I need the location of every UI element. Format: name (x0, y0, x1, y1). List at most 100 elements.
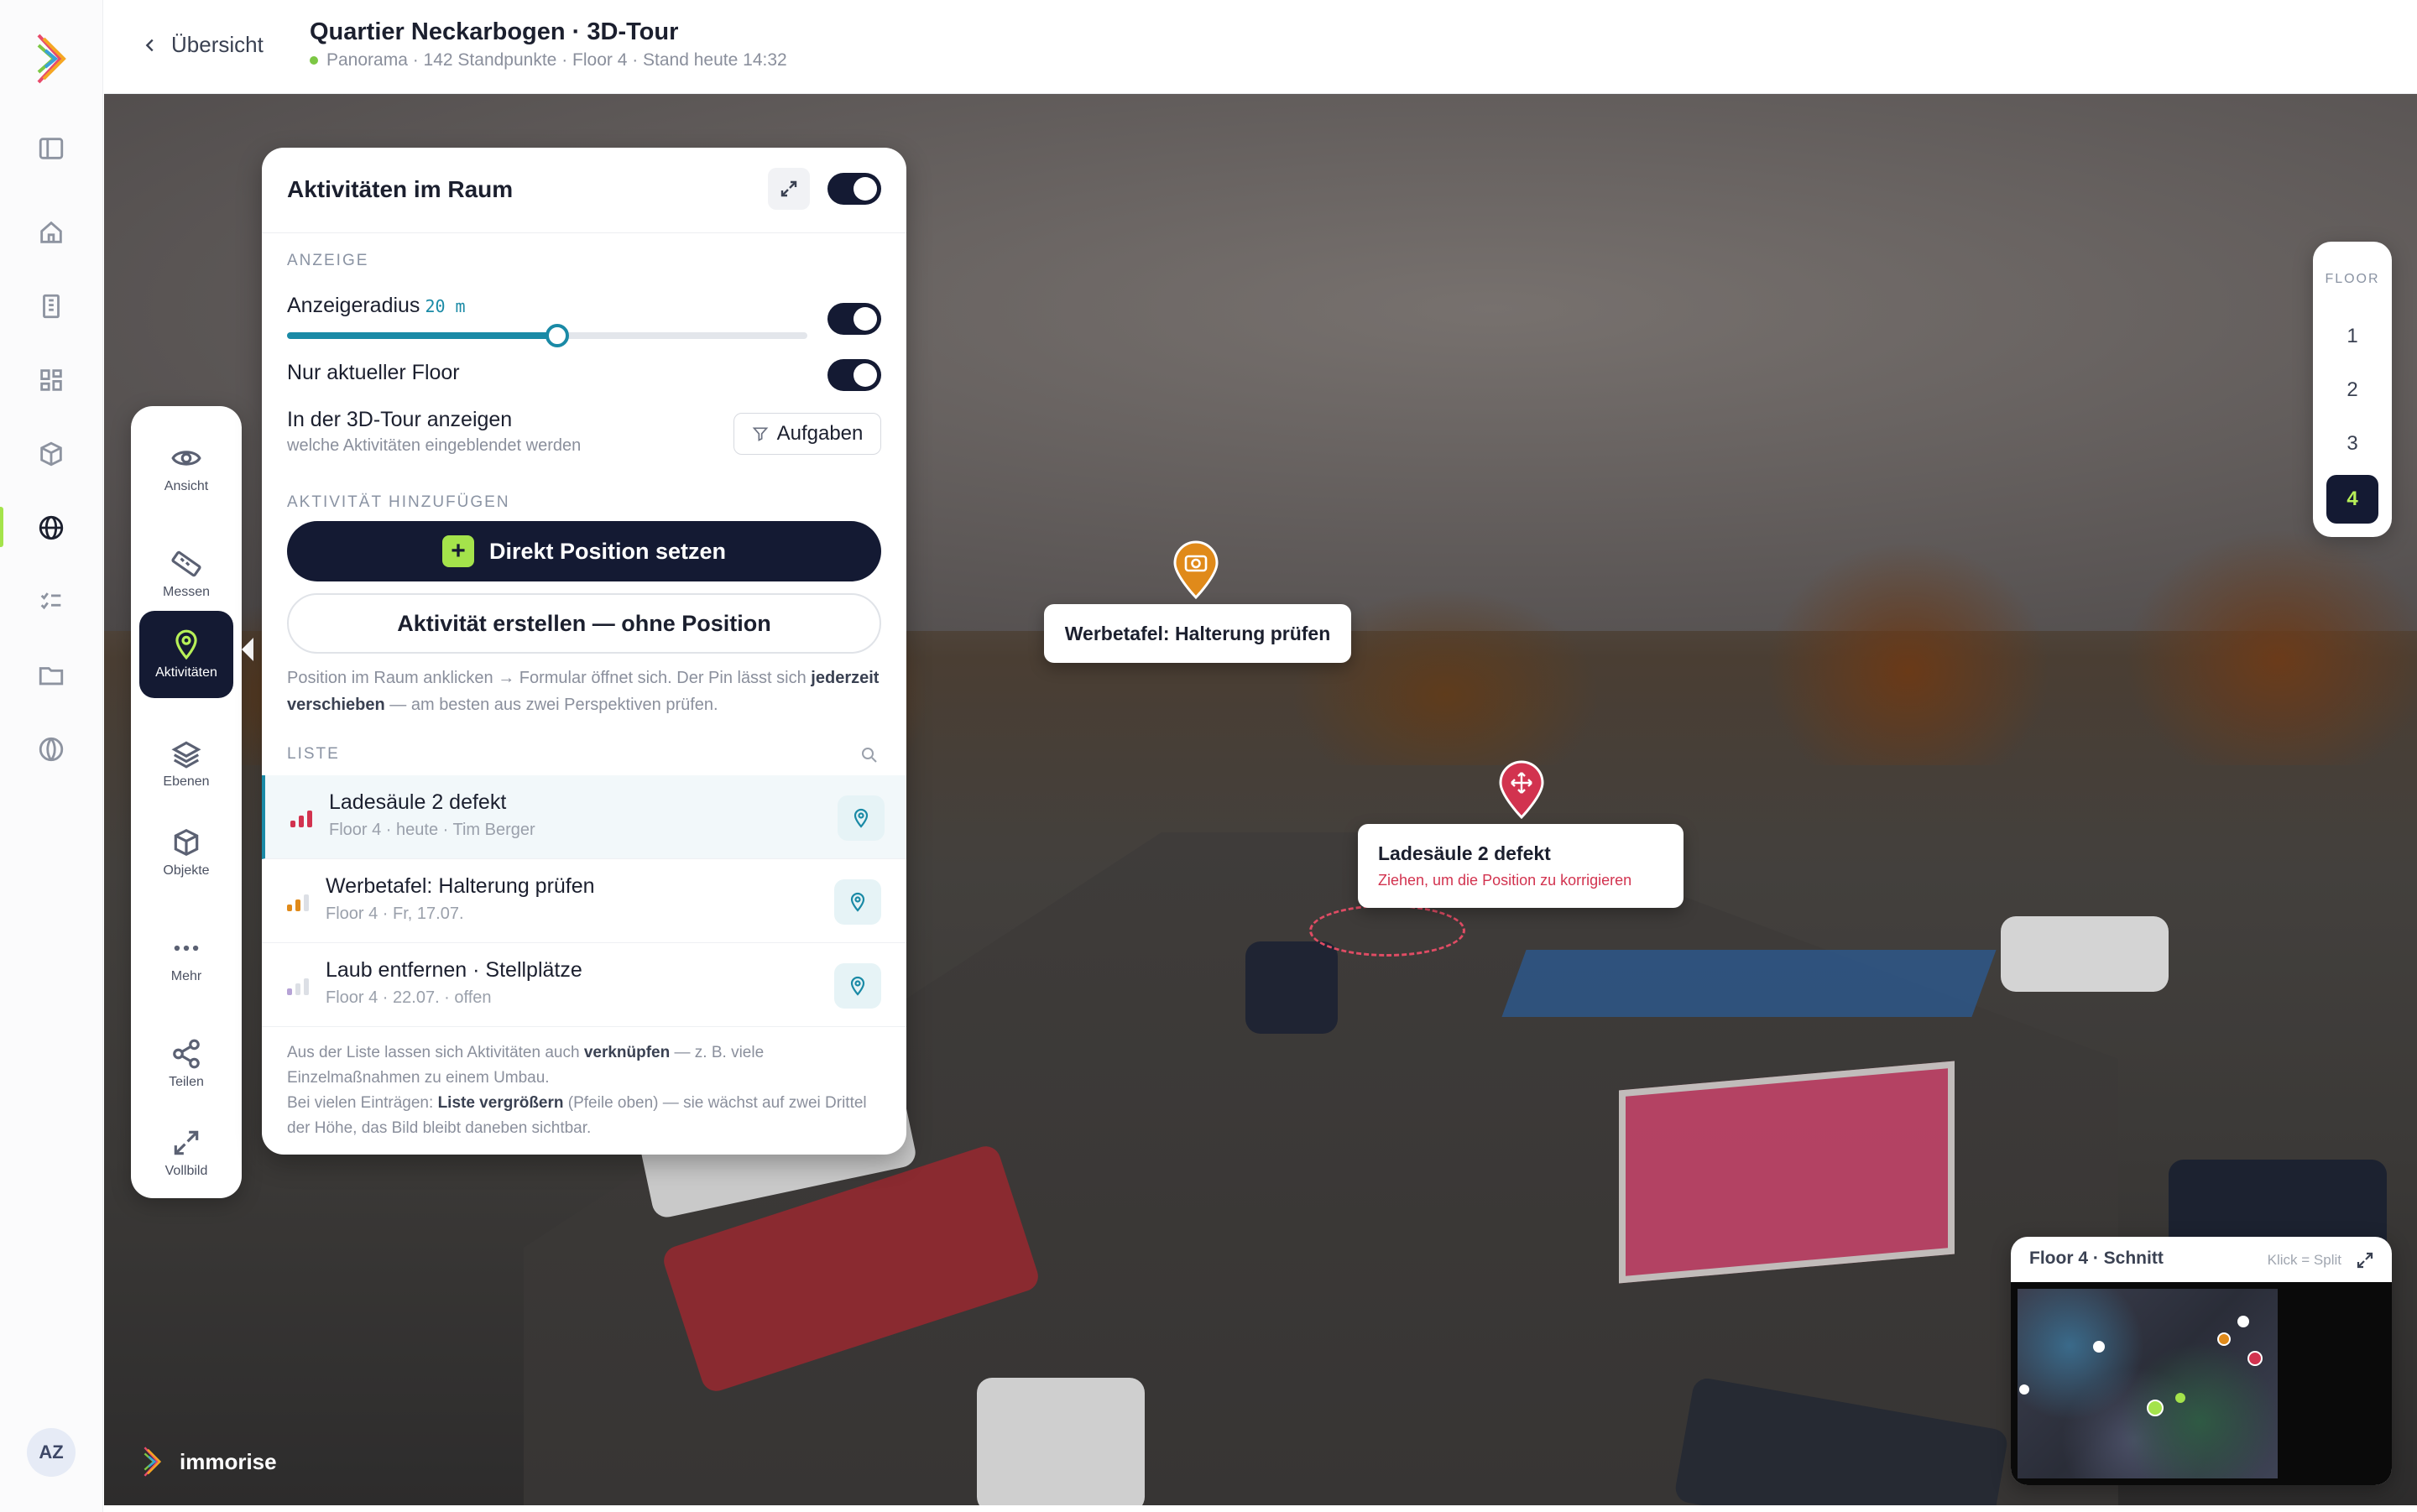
brand-name: immorise (180, 1448, 277, 1474)
set-position-label: Direkt Position setzen (488, 538, 727, 564)
activity-list-item[interactable]: Ladesäule 2 defekt Floor 4 · heute · Tim… (262, 775, 906, 859)
radius-slider[interactable] (287, 324, 807, 347)
tool-ansicht[interactable]: Ansicht (139, 425, 233, 512)
tool-aktivitaeten[interactable]: Aktivitäten (139, 611, 233, 698)
set-position-button[interactable]: + Direkt Position setzen (287, 521, 881, 581)
brand-logo-icon[interactable] (35, 34, 69, 84)
activities-panel: Aktivitäten im Raum ANZEIGE Anzeigeradiu… (262, 148, 906, 1155)
tool-vollbild[interactable]: Vollbild (139, 1109, 233, 1197)
minimap-viewpoint[interactable] (2019, 1384, 2029, 1395)
minimap-floorplan[interactable] (2011, 1282, 2392, 1485)
tool-mehr[interactable]: Mehr (139, 915, 233, 1002)
panel-expand-button[interactable] (768, 168, 810, 210)
floor-button-2[interactable]: 2 (2326, 366, 2378, 414)
hint-text: — am besten aus zwei Perspektiven prüfen… (384, 696, 718, 714)
eye-icon (171, 451, 201, 466)
tool-objekte[interactable]: Objekte (139, 809, 233, 896)
filter-dropdown[interactable]: Aufgaben (733, 413, 881, 455)
priority-bar (304, 894, 309, 911)
locate-activity-button[interactable] (838, 795, 885, 841)
page-title: Quartier Neckarbogen · 3D-Tour (310, 18, 679, 45)
folder-icon[interactable] (34, 658, 69, 693)
home-icon[interactable] (34, 215, 69, 250)
building-icon[interactable] (34, 289, 69, 324)
minimap-viewpoint[interactable] (2093, 1341, 2105, 1353)
tool-ebenen[interactable]: Ebenen (139, 720, 233, 807)
radius-slider-handle[interactable] (546, 324, 570, 347)
activity-pin-label-werbetafel[interactable]: Werbetafel: Halterung prüfen (1044, 604, 1351, 663)
user-avatar[interactable]: AZ (27, 1428, 76, 1477)
priority-bar (307, 811, 312, 827)
priority-bar (287, 905, 292, 911)
minimap-viewpoint[interactable] (2237, 1316, 2249, 1327)
back-link-label: Übersicht (171, 32, 264, 57)
floor-button-4[interactable]: 4 (2326, 475, 2378, 524)
priority-bar (295, 983, 300, 995)
activity-list-item[interactable]: Laub entfernen · Stellplätze Floor 4 · 2… (262, 943, 906, 1027)
hint-emphasis: verknüpfen (583, 1044, 671, 1061)
tool-label: Messen (162, 585, 211, 599)
floor-button-3[interactable]: 3 (2326, 420, 2378, 468)
floor-minimap[interactable]: Floor 4 · Schnitt Klick = Split (2011, 1237, 2392, 1485)
share-icon (173, 1039, 200, 1069)
section-label-add: AKTIVITÄT HINZUFÜGEN (287, 493, 510, 511)
hint-text: Position im Raum anklicken → Formular öf… (287, 669, 812, 687)
radius-value: 20 m (425, 296, 466, 316)
current-floor-toggle[interactable] (827, 359, 881, 391)
checklist-icon[interactable] (34, 584, 69, 619)
activity-title: Laub entfernen · Stellplätze (326, 958, 582, 982)
radius-label-text: Anzeigeradius (287, 294, 420, 317)
radius-slider-fill (287, 332, 558, 339)
minimap-title: Floor 4 · Schnitt (2029, 1249, 2164, 1268)
create-without-position-button[interactable]: Aktivität erstellen — ohne Position (287, 593, 881, 654)
brand-logo-icon (144, 1447, 162, 1477)
activity-title: Werbetafel: Halterung prüfen (326, 874, 595, 898)
tool-teilen[interactable]: Teilen (139, 1020, 233, 1108)
back-link[interactable]: Übersicht (141, 32, 264, 58)
panorama-car (2001, 916, 2169, 992)
priority-bar (290, 821, 295, 827)
tool-label: Mehr (170, 969, 202, 983)
pin-title: Werbetafel: Halterung prüfen (1064, 622, 1331, 644)
minimap-activity-marker[interactable] (2247, 1351, 2263, 1366)
floor-button-1[interactable]: 1 (2326, 312, 2378, 361)
panorama-car (1245, 941, 1338, 1034)
radius-toggle[interactable] (827, 303, 881, 335)
activity-meta: Floor 4 · Fr, 17.07. (326, 905, 464, 923)
minimap-activity-marker[interactable] (2217, 1332, 2231, 1346)
panel-title: Aktivitäten im Raum (287, 176, 514, 202)
panel-enable-toggle[interactable] (827, 173, 881, 205)
tool-label: Vollbild (164, 1164, 208, 1178)
tool-label: Aktivitäten (155, 665, 217, 680)
activity-pin-werbetafel[interactable] (1172, 540, 1220, 600)
status-dot-icon (310, 56, 318, 65)
panorama-billboard (1619, 1061, 1955, 1284)
minimap-viewpoint[interactable] (2175, 1393, 2185, 1403)
subtitle-text: Panorama · 142 Standpunkte · Floor 4 · S… (326, 50, 787, 70)
minimap-hint: Klick = Split (2267, 1252, 2341, 1268)
priority-indicator-icon (287, 893, 311, 911)
minimap-expand-button[interactable] (2355, 1250, 2375, 1270)
grid-icon[interactable] (34, 362, 69, 398)
tool-rail-pointer (242, 638, 253, 661)
minimap-current-position[interactable] (2147, 1400, 2164, 1416)
pin-title: Ladesäule 2 defekt (1378, 842, 1551, 864)
list-search-button[interactable] (859, 745, 880, 765)
sidebar-toggle-icon[interactable] (34, 131, 69, 166)
priority-indicator-icon (287, 977, 311, 995)
activity-pin-label-ladesaeule[interactable]: Ladesäule 2 defekt Ziehen, um die Positi… (1358, 824, 1684, 908)
globe-icon[interactable] (34, 510, 69, 545)
tool-messen[interactable]: Messen (139, 530, 233, 618)
locate-activity-button[interactable] (834, 963, 881, 1009)
cube-icon[interactable] (34, 436, 69, 472)
locate-activity-button[interactable] (834, 879, 881, 925)
activity-list-item[interactable]: Werbetafel: Halterung prüfen Floor 4 · F… (262, 859, 906, 943)
tool-label: Ansicht (164, 479, 209, 493)
map-pin-icon (850, 892, 865, 912)
pin-drop-target[interactable] (1309, 905, 1465, 957)
priority-bar (299, 816, 304, 827)
priority-bar (304, 978, 309, 995)
chevron-left-icon (145, 39, 154, 51)
world-icon[interactable] (34, 732, 69, 767)
activity-pin-ladesaeule[interactable] (1497, 760, 1546, 820)
